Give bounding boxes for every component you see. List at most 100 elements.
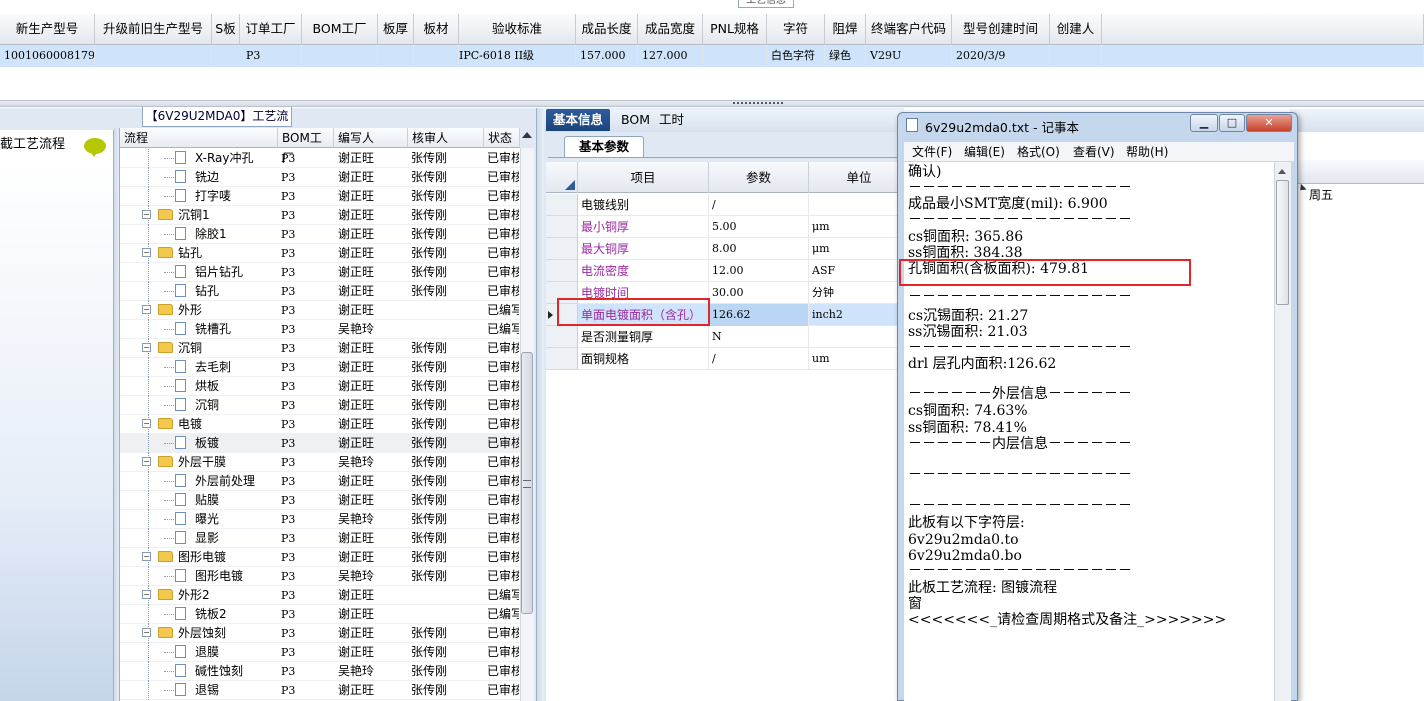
tree-row[interactable]: − 外形 P3 谢正旺 已编写 (120, 301, 520, 320)
tree-row[interactable]: X-Ray冲孔 P3 谢正旺 张传刚 已审核 (120, 149, 520, 168)
scroll-up-arrow-icon[interactable] (522, 132, 532, 138)
grid-cell[interactable]: 127.000 (638, 45, 703, 67)
row-header[interactable] (546, 238, 578, 260)
tree-row[interactable]: − 外形2 P3 谢正旺 已编写 (120, 586, 520, 605)
tree-row[interactable]: − 沉铜 P3 谢正旺 张传刚 已审核 (120, 339, 520, 358)
tree-row[interactable]: 钻孔 P3 谢正旺 张传刚 已审核 (120, 282, 520, 301)
tree-row[interactable]: − 图形电镀 P3 谢正旺 张传刚 已审核 (120, 548, 520, 567)
tree-row[interactable]: − 钻孔 P3 谢正旺 张传刚 已审核 (120, 244, 520, 263)
tree-row[interactable]: 烘板 P3 谢正旺 张传刚 已审核 (120, 377, 520, 396)
tree-row[interactable]: 退膜 P3 谢正旺 张传刚 已审核 (120, 643, 520, 662)
tree-row[interactable]: 板镀 P3 谢正旺 张传刚 已审核 (120, 434, 520, 453)
param-value[interactable]: / (709, 194, 809, 216)
param-value[interactable]: 5.00 (709, 216, 809, 238)
params-row[interactable]: 电流密度 12.00 ASF (578, 260, 904, 282)
row-header[interactable] (546, 326, 578, 348)
grid-cell[interactable] (95, 45, 212, 67)
tree-header-cell[interactable]: 流程 (120, 128, 278, 148)
tree-header-cell[interactable]: 编写人 (334, 128, 408, 148)
grid-cell[interactable]: 2020/3/9 (952, 45, 1050, 67)
notepad-menu-edit[interactable]: 编辑(E) (964, 143, 1005, 161)
grid-cell[interactable] (1050, 45, 1102, 67)
notepad-scroll-up-icon[interactable] (1278, 169, 1286, 174)
param-value[interactable]: N (709, 326, 809, 348)
grid-header-cell[interactable]: 板厚 (378, 14, 414, 45)
tree-row[interactable]: 退锡 P3 谢正旺 张传刚 已审核 (120, 681, 520, 700)
tree-row[interactable]: 铝片钻孔 P3 谢正旺 张传刚 已审核 (120, 263, 520, 282)
row-header[interactable] (546, 260, 578, 282)
grid-cell[interactable] (703, 45, 767, 67)
grid-header-cell[interactable]: 验收标准 (459, 14, 576, 45)
params-row[interactable]: 面铜规格 / um (578, 348, 904, 370)
tree-row[interactable]: 铣板2 P3 谢正旺 已编写 (120, 605, 520, 624)
tree-row[interactable]: 除胶1 P3 谢正旺 张传刚 已审核 (120, 225, 520, 244)
tree-row[interactable]: − 电镀 P3 谢正旺 张传刚 已审核 (120, 415, 520, 434)
params-row[interactable]: 电镀线别 / (578, 194, 904, 216)
middle-splitter[interactable] (536, 108, 544, 701)
params-header-cell[interactable]: 参数 (709, 162, 809, 193)
grid-header-cell[interactable]: BOM工厂 (302, 14, 378, 45)
notepad-scroll-thumb[interactable] (1276, 180, 1289, 305)
tab-labor-time[interactable]: 工时 (652, 109, 691, 131)
row-header[interactable] (546, 348, 578, 370)
maximize-button[interactable]: □ (1219, 114, 1245, 132)
tree-row[interactable]: 曝光 P3 吴艳玲 张传刚 已审核 (120, 510, 520, 529)
grid-cell[interactable]: 白色字符 (767, 45, 825, 67)
tree-row[interactable]: 去毛刺 P3 谢正旺 张传刚 已审核 (120, 358, 520, 377)
grid-header-cell[interactable]: 字符 (767, 14, 825, 45)
params-row[interactable]: 是否测量铜厚 N (578, 326, 904, 348)
grid-cell[interactable] (414, 45, 459, 67)
grid-header-cell[interactable]: 成品宽度 (638, 14, 703, 45)
minimize-button[interactable]: ▁ (1190, 114, 1218, 132)
close-button[interactable]: ✕ (1246, 114, 1292, 132)
grid-header-cell[interactable]: 新生产型号 (0, 14, 95, 45)
tree-row[interactable]: 显影 P3 谢正旺 张传刚 已审核 (120, 529, 520, 548)
grid-cell[interactable]: 10010600081790 (0, 45, 95, 67)
collapse-icon[interactable]: − (142, 419, 151, 428)
params-row[interactable]: 最小铜厚 5.00 μm (578, 216, 904, 238)
notepad-menu-view[interactable]: 查看(V) (1073, 143, 1115, 161)
grid-header-cell[interactable]: S板 (212, 14, 240, 45)
notepad-menu-format[interactable]: 格式(O) (1017, 143, 1060, 161)
tree-row[interactable]: 外层前处理 P3 谢正旺 张传刚 已审核 (120, 472, 520, 491)
tree-header-cell[interactable]: BOM工厂 (278, 128, 334, 165)
tree-header-cell[interactable]: 状态 (484, 128, 520, 148)
params-row[interactable]: 最大铜厚 8.00 μm (578, 238, 904, 260)
section-tab-process-info[interactable]: 工艺信息 (738, 0, 794, 8)
param-value[interactable]: 8.00 (709, 238, 809, 260)
grid-cell[interactable]: V29U (866, 45, 952, 67)
grid-cell[interactable] (378, 45, 414, 67)
grid-cell[interactable]: P3 (212, 45, 243, 67)
tree-row[interactable]: 图形电镀 P3 吴艳玲 张传刚 已审核 (120, 567, 520, 586)
grid-header-cell[interactable]: 成品长度 (576, 14, 638, 45)
collapse-icon[interactable]: − (142, 305, 151, 314)
tree-header-cell[interactable]: 核审人 (408, 128, 484, 148)
param-value[interactable]: 126.62 (709, 304, 809, 326)
tree-row[interactable]: 打字唛 P3 谢正旺 张传刚 已审核 (120, 187, 520, 206)
splitter-grip-icon[interactable] (733, 102, 783, 105)
tree-row[interactable]: − 外层蚀刻 P3 谢正旺 张传刚 已审核 (120, 624, 520, 643)
param-value[interactable]: 12.00 (709, 260, 809, 282)
tree-row[interactable]: 铣槽孔 P3 吴艳玲 已编写 (120, 320, 520, 339)
grid-cell[interactable]: IPC-6018 II级 (459, 45, 576, 67)
collapse-icon[interactable]: − (142, 628, 151, 637)
grid-header-cell[interactable]: 板材 (414, 14, 459, 45)
tree-row[interactable]: 贴膜 P3 谢正旺 张传刚 已审核 (120, 491, 520, 510)
param-value[interactable]: 30.00 (709, 282, 809, 304)
collapse-icon[interactable]: − (142, 457, 151, 466)
notepad-menu-file[interactable]: 文件(F) (912, 143, 952, 161)
grid-header-cell[interactable]: 阻焊 (825, 14, 866, 45)
collapse-icon[interactable]: − (142, 210, 151, 219)
params-header-cell[interactable]: 项目 (578, 162, 709, 193)
grid-header-cell[interactable]: 终端客户代码 (866, 14, 952, 45)
collapse-icon[interactable]: − (142, 343, 151, 352)
row-header[interactable] (546, 194, 578, 216)
collapse-icon[interactable]: − (142, 552, 151, 561)
tree-row[interactable]: − 沉铜1 P3 谢正旺 张传刚 已审核 (120, 206, 520, 225)
tree-row[interactable]: 碱性蚀刻 P3 吴艳玲 张传刚 已审核 (120, 662, 520, 681)
grid-cell[interactable]: 157.000 (576, 45, 638, 67)
tab-basic-params[interactable]: 基本参数 (564, 136, 644, 158)
notepad-menu-help[interactable]: 帮助(H) (1126, 143, 1168, 161)
grid-header-cell[interactable]: 创建人 (1050, 14, 1102, 45)
grid-header-cell[interactable]: 型号创建时间 (952, 14, 1050, 45)
